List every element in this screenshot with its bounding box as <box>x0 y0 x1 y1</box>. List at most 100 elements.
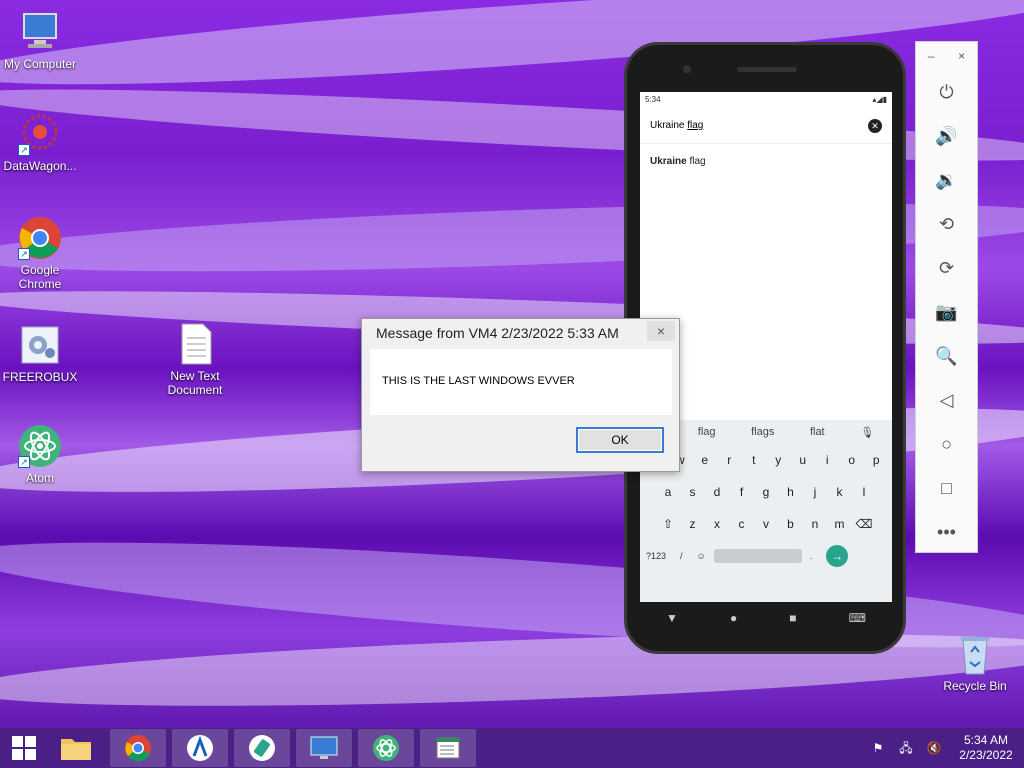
action-center-flag-icon[interactable]: ⚑ <box>869 739 887 757</box>
key-v[interactable]: v <box>754 517 779 531</box>
key-s[interactable]: s <box>680 485 705 499</box>
slash-key[interactable]: / <box>680 551 683 561</box>
keyboard-row-bottom: ?123 / ☺ . → <box>640 540 892 572</box>
key-r[interactable]: r <box>717 453 742 467</box>
folder-icon <box>61 739 91 760</box>
key-j[interactable]: j <box>803 485 828 499</box>
emulator-close-button[interactable]: × <box>958 49 965 63</box>
key-f[interactable]: f <box>729 485 754 499</box>
windows-logo-icon <box>12 736 36 760</box>
volume-muted-icon[interactable]: 🔇 <box>925 739 943 757</box>
home-circle-icon[interactable]: ○ <box>916 422 977 466</box>
key-h[interactable]: h <box>778 485 803 499</box>
rotate-right-icon[interactable]: ⟳ <box>916 246 977 290</box>
android-studio-icon <box>187 735 213 761</box>
taskbar-file-explorer[interactable] <box>48 729 104 767</box>
search-input-word: flag <box>687 120 704 131</box>
system-tray: ⚑ 🖧 🔇 5:34 AM 2/23/2022 <box>864 728 1024 768</box>
taskbar-chrome[interactable] <box>110 729 166 767</box>
taskbar: ⚑ 🖧 🔇 5:34 AM 2/23/2022 <box>0 728 1024 768</box>
android-nav-bar: ▼ ● ■ ⌨ <box>640 605 892 631</box>
search-bar[interactable]: Ukraine flag ✕ <box>640 108 892 144</box>
taskbar-atom[interactable] <box>358 729 414 767</box>
desktop-icon-datawagon[interactable]: ↗ DataWagon... <box>0 112 80 173</box>
ok-button[interactable]: OK <box>576 427 664 453</box>
key-g[interactable]: g <box>754 485 779 499</box>
key-m[interactable]: m <box>827 517 852 531</box>
emulator-minimize-button[interactable]: – <box>928 49 935 63</box>
screenshot-camera-icon[interactable]: 📷 <box>916 290 977 334</box>
space-key[interactable] <box>713 549 802 563</box>
rotate-left-icon[interactable]: ⟲ <box>916 202 977 246</box>
search-input[interactable]: Ukraine flag <box>650 120 868 131</box>
symbols-key[interactable]: ?123 <box>646 551 666 561</box>
key-y[interactable]: y <box>766 453 791 467</box>
computer-icon <box>18 10 62 54</box>
dialog-close-button[interactable]: × <box>647 321 675 341</box>
network-icon[interactable]: 🖧 <box>897 739 915 757</box>
key-n[interactable]: n <box>803 517 828 531</box>
desktop-icon-my-computer[interactable]: My Computer <box>0 10 80 71</box>
desktop-icon-label: Recycle Bin <box>943 679 1007 693</box>
key-p[interactable]: p <box>864 453 889 467</box>
key-e[interactable]: e <box>693 453 718 467</box>
datawagon-icon: ↗ <box>18 112 62 156</box>
emulator-icon <box>249 735 275 761</box>
microphone-icon[interactable]: 🎙 <box>860 426 874 439</box>
emoji-icon[interactable]: ☺ <box>697 551 706 561</box>
taskbar-remote-desktop[interactable] <box>296 729 352 767</box>
search-input-prefix: Ukraine <box>650 120 688 131</box>
shift-icon[interactable]: ⇧ <box>656 517 681 531</box>
front-camera <box>683 65 691 73</box>
nav-keyboard-icon[interactable]: ⌨ <box>849 611 866 625</box>
key-u[interactable]: u <box>791 453 816 467</box>
key-a[interactable]: a <box>656 485 681 499</box>
taskbar-android-studio[interactable] <box>172 729 228 767</box>
desktop-icon-google-chrome[interactable]: ↗ Google Chrome <box>0 216 80 291</box>
phone-status-bar: 5:34 ▴◢▮ <box>640 92 892 108</box>
chrome-icon: ↗ <box>18 216 62 260</box>
key-d[interactable]: d <box>705 485 730 499</box>
enter-arrow-icon[interactable]: → <box>826 545 849 567</box>
message-dialog: Message from VM4 2/23/2022 5:33 AM × THI… <box>361 318 680 472</box>
key-c[interactable]: c <box>729 517 754 531</box>
taskbar-clock[interactable]: 5:34 AM 2/23/2022 <box>948 733 1024 763</box>
key-k[interactable]: k <box>827 485 852 499</box>
more-options-icon[interactable]: ••• <box>916 510 977 554</box>
taskbar-emulator[interactable] <box>234 729 290 767</box>
volume-up-icon[interactable]: 🔊 <box>916 114 977 158</box>
nav-home-icon[interactable]: ● <box>730 611 737 625</box>
document-window-icon <box>436 737 460 759</box>
key-o[interactable]: o <box>840 453 865 467</box>
keyboard-suggestion[interactable]: flag <box>698 426 716 438</box>
key-i[interactable]: i <box>815 453 840 467</box>
nav-back-icon[interactable]: ▼ <box>666 611 678 625</box>
desktop-icon-label: Google Chrome <box>18 263 62 291</box>
start-button[interactable] <box>0 728 48 768</box>
key-z[interactable]: z <box>680 517 705 531</box>
search-suggestion[interactable]: Ukraine flag <box>640 144 892 179</box>
desktop-icon-atom[interactable]: ↗ Atom <box>0 424 80 485</box>
clear-search-icon[interactable]: ✕ <box>868 118 882 133</box>
keyboard-suggestion[interactable]: flat <box>810 426 825 438</box>
backspace-icon[interactable]: ⌫ <box>852 517 877 531</box>
volume-down-icon[interactable]: 🔉 <box>916 158 977 202</box>
taskbar-text-editor[interactable] <box>420 729 476 767</box>
key-b[interactable]: b <box>778 517 803 531</box>
status-signal-icon: ▴◢▮ <box>872 95 887 104</box>
zoom-icon[interactable]: 🔍 <box>916 334 977 378</box>
desktop-icon-recycle-bin[interactable]: Recycle Bin <box>935 632 1015 693</box>
key-x[interactable]: x <box>705 517 730 531</box>
nav-recents-icon[interactable]: ■ <box>789 611 796 625</box>
desktop-icon-new-text-document[interactable]: New Text Document <box>155 322 235 397</box>
key-t[interactable]: t <box>742 453 767 467</box>
power-icon[interactable]: ⏻ <box>916 70 977 114</box>
suggestion-bold: Ukraine <box>650 156 687 167</box>
overview-square-icon[interactable]: □ <box>916 466 977 510</box>
period-key[interactable]: . <box>810 551 813 561</box>
keyboard-row-2: asdfghjkl <box>640 476 892 508</box>
key-l[interactable]: l <box>852 485 877 499</box>
desktop-icon-freerobux[interactable]: FREEROBUX <box>0 323 80 384</box>
keyboard-suggestion[interactable]: flags <box>751 426 774 438</box>
back-triangle-icon[interactable]: ◁ <box>916 378 977 422</box>
